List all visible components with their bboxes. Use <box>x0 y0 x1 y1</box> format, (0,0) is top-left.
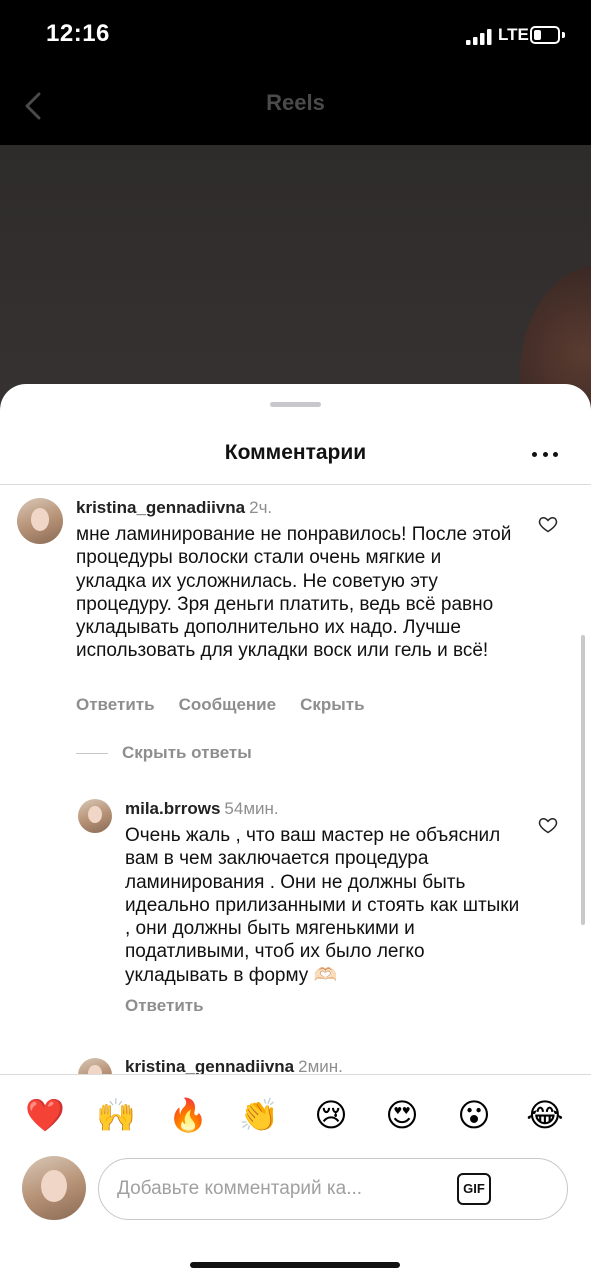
reply-time: 54мин. <box>224 799 279 818</box>
comments-sheet: Комментарии kristina_gennadiivna 2ч. мне … <box>0 384 591 1280</box>
reply-username[interactable]: mila.brrows 54мин. <box>125 799 279 819</box>
reply-text: Очень жаль , что ваш мастер не объяснил … <box>125 825 520 986</box>
sheet-grabber[interactable] <box>270 402 321 407</box>
more-horizontal-icon[interactable] <box>528 442 562 466</box>
battery-tip <box>562 32 565 38</box>
heart-icon[interactable] <box>538 815 558 835</box>
fire-emoji-button[interactable]: 🔥 <box>163 1090 213 1140</box>
hide-button[interactable]: Скрыть <box>300 695 364 714</box>
reply-button[interactable]: Ответить <box>125 996 204 1015</box>
signal-icon <box>466 29 492 45</box>
sheet-title: Комментарии <box>224 441 367 464</box>
hide-replies-button[interactable]: Скрыть ответы <box>76 738 252 768</box>
gif-button[interactable]: GIF <box>457 1173 491 1205</box>
page-title: Reels <box>266 90 325 115</box>
network-label: LTE <box>498 25 529 44</box>
comments-list[interactable]: kristina_gennadiivna 2ч. мне ламинировани… <box>0 485 591 1075</box>
status-bar: 12:16 LTE <box>0 0 591 70</box>
heart-eyes-emoji-button[interactable]: 😍 <box>377 1090 427 1140</box>
message-button[interactable]: Сообщение <box>179 695 277 714</box>
reply-button[interactable]: Ответить <box>76 695 155 714</box>
battery-icon <box>530 26 560 44</box>
comment-input[interactable] <box>117 1159 457 1219</box>
heart-emoji-button[interactable]: ❤️ <box>20 1090 70 1140</box>
comment-actions: Ответить Сообщение Скрыть <box>76 695 389 715</box>
surprised-emoji-button[interactable]: 😮 <box>449 1090 499 1140</box>
status-time: 12:16 <box>46 20 110 47</box>
reply-time: 2мин. <box>298 1057 343 1075</box>
raising-hands-emoji-button[interactable]: 🙌 <box>91 1090 141 1140</box>
divider <box>76 752 108 754</box>
hide-replies-label: Скрыть ответы <box>122 743 252 762</box>
avatar[interactable] <box>78 1058 112 1075</box>
reply-username[interactable]: kristina_gennadiivna 2мин. <box>125 1057 343 1075</box>
clapping-emoji-button[interactable]: 👏 <box>234 1090 284 1140</box>
avatar[interactable] <box>78 799 112 833</box>
crying-emoji-button[interactable]: 😢 <box>306 1090 356 1140</box>
divider <box>0 1074 591 1075</box>
scrollbar[interactable] <box>581 635 585 925</box>
reply-actions: Ответить <box>125 996 228 1016</box>
comment-time: 2ч. <box>249 498 273 517</box>
comment-text: мне ламинирование не понравилось! После … <box>76 524 512 662</box>
home-indicator[interactable] <box>190 1262 400 1268</box>
comment-username[interactable]: kristina_gennadiivna 2ч. <box>76 498 272 518</box>
emoji-reaction-bar: ❤️ 🙌 🔥 👏 😢 😍 😮 😂 <box>0 1090 591 1140</box>
laughing-emoji-button[interactable]: 😂 <box>520 1090 570 1140</box>
current-user-avatar[interactable] <box>22 1156 86 1220</box>
reel-video[interactable] <box>0 145 591 405</box>
reels-header: Reels <box>0 70 591 145</box>
avatar[interactable] <box>17 498 63 544</box>
comment-input-container: GIF <box>98 1158 568 1220</box>
heart-icon[interactable] <box>538 514 558 534</box>
